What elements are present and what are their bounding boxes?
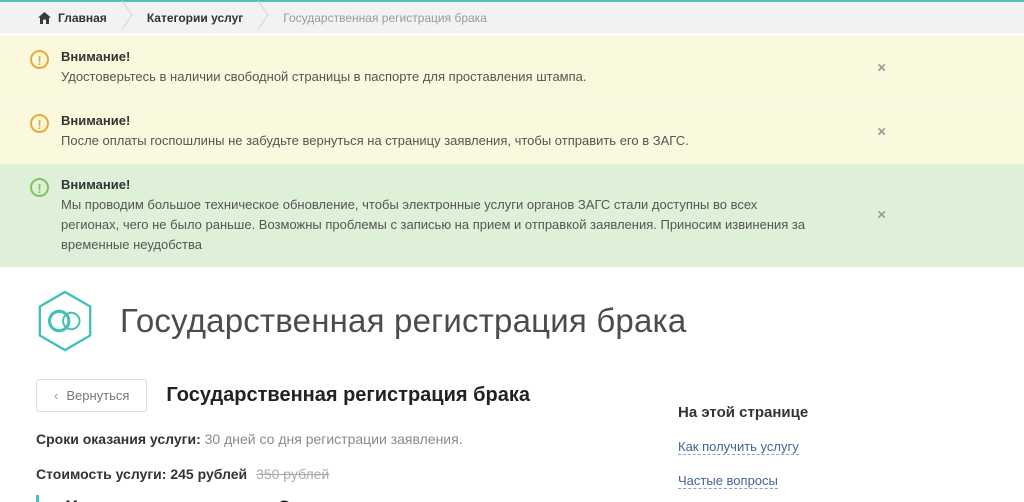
how-to-title: Как получить услугу? (65, 497, 661, 502)
warning-icon: ! (30, 50, 49, 69)
page-title: Государственная регистрация брака (120, 302, 687, 340)
terms-value: 30 дней со дня регистрации заявления. (204, 431, 463, 448)
alert-text: Удостоверьтесь в наличии свободной стран… (61, 69, 587, 85)
alert-text: После оплаты госпошлины не забудьте верн… (61, 133, 689, 149)
main-column: ‹ Вернуться Государственная регистрация б… (36, 379, 661, 502)
sidebar-title: На этой странице (678, 404, 809, 422)
alert-title: Внимание! (61, 49, 131, 64)
how-to-section: Как получить услугу? Если вы решили узак… (36, 495, 661, 502)
alert-title: Внимание! (61, 113, 131, 129)
breadcrumb-label: Главная (58, 10, 107, 25)
wedding-rings-icon (34, 289, 96, 353)
close-icon[interactable]: × (877, 124, 886, 139)
info-icon: ! (30, 177, 49, 197)
terms-label: Сроки оказания услуги: (36, 431, 201, 448)
chevron-left-icon: ‹ (54, 388, 59, 404)
cost-old-value: 350 рублей (256, 466, 330, 483)
alert-success-update: ! Внимание! Мы проводим большое техничес… (0, 163, 1024, 268)
breadcrumb-item-current: Государственная регистрация брака (283, 10, 487, 25)
breadcrumb: Главная Категории услуг Государственная … (0, 0, 1024, 33)
home-icon (38, 11, 51, 24)
service-cost: Стоимость услуги: 245 рублей 350 рублей (36, 466, 661, 482)
cost-label: Стоимость услуги: 245 рублей (36, 466, 248, 483)
alert-body: Внимание! Мы проводим большое техническо… (61, 175, 806, 256)
on-this-page-sidebar: На этой странице Как получить услугу Час… (678, 379, 978, 490)
breadcrumb-item-categories[interactable]: Категории услуг (147, 11, 243, 25)
alert-text: Мы проводим большое техническое обновлен… (61, 196, 806, 252)
breadcrumb-label: Категории услуг (146, 10, 244, 25)
alerts-stack: ! Внимание! Удостоверьтесь в наличии сво… (0, 36, 1024, 268)
sidebar-link-faq[interactable]: Частые вопросы (678, 474, 778, 490)
breadcrumb-separator-icon (121, 0, 133, 35)
page-header: Государственная регистрация брака (0, 267, 1024, 367)
back-button-label: Вернуться (66, 388, 130, 404)
warning-icon: ! (30, 114, 49, 134)
back-button[interactable]: ‹ Вернуться (36, 379, 148, 413)
sidebar-link-how-to[interactable]: Как получить услугу (678, 440, 799, 456)
alert-body: Внимание! После оплаты госпошлины не заб… (61, 111, 689, 151)
alert-title: Внимание! (61, 176, 131, 192)
service-terms: Сроки оказания услуги: 30 дней со дня ре… (36, 431, 661, 447)
close-icon[interactable]: × (877, 208, 886, 223)
breadcrumb-separator-icon (257, 0, 270, 35)
content: ‹ Вернуться Государственная регистрация б… (0, 367, 1024, 502)
service-head-row: ‹ Вернуться Государственная регистрация б… (36, 379, 661, 413)
alert-warning-passport: ! Внимание! Удостоверьтесь в наличии сво… (0, 36, 1024, 100)
breadcrumb-item-home[interactable]: Главная (38, 11, 107, 25)
alert-body: Внимание! Удостоверьтесь в наличии свобо… (61, 47, 587, 87)
service-section-title: Государственная регистрация брака (166, 384, 530, 407)
alert-warning-payment: ! Внимание! После оплаты госпошлины не з… (0, 99, 1024, 164)
close-icon[interactable]: × (877, 60, 886, 75)
